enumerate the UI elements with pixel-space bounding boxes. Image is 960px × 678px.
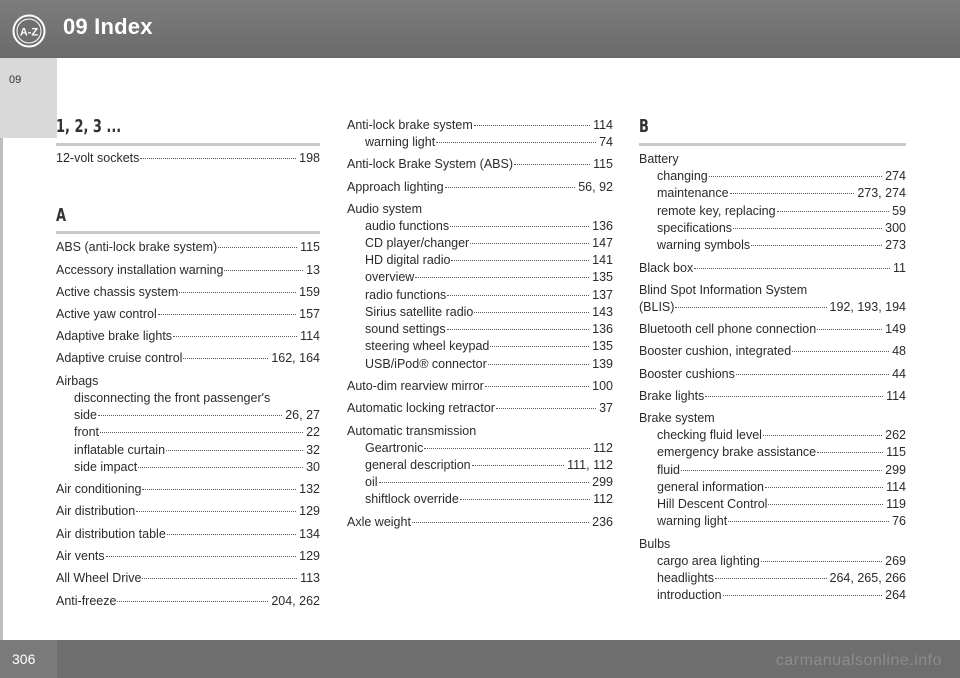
index-subentry[interactable]: sound settings 136 xyxy=(365,322,613,340)
index-subentry[interactable]: HD digital radio 141 xyxy=(365,253,613,271)
index-subentry[interactable]: steering wheel keypad 135 xyxy=(365,339,613,357)
index-heading-brake-system: Brake system xyxy=(639,411,715,425)
index-subentry[interactable]: USB/iPod® connector 139 xyxy=(365,357,613,375)
index-subentry[interactable]: headlights 264, 265, 266 xyxy=(657,571,906,589)
index-entry[interactable]: Booster cushions 44 xyxy=(639,367,906,385)
index-entry[interactable]: Adaptive cruise control 162, 164 xyxy=(56,351,320,369)
a-z-index-icon: A-Z xyxy=(12,14,46,48)
index-subentry[interactable]: changing 274 xyxy=(657,169,906,187)
index-subentry[interactable]: Geartronic 112 xyxy=(365,441,613,459)
index-subentry[interactable]: checking fluid level 262 xyxy=(657,428,906,446)
chapter-tab-number: 09 xyxy=(9,74,22,86)
index-subentry[interactable]: remote key, replacing 59 xyxy=(657,204,906,222)
index-heading-bulbs: Bulbs xyxy=(639,537,671,551)
index-entry[interactable]: Air vents 129 xyxy=(56,549,320,567)
section-rule xyxy=(639,143,906,146)
page-header: A-Z 09 Index xyxy=(0,0,960,58)
watermark-text: carmanualsonline.info xyxy=(775,652,942,669)
index-entry[interactable]: Approach lighting 56, 92 xyxy=(347,180,613,198)
index-entry[interactable]: Air conditioning 132 xyxy=(56,482,320,500)
index-heading-audio: Audio system xyxy=(347,202,423,216)
index-entry[interactable]: Active yaw control 157 xyxy=(56,307,320,325)
svg-text:A-Z: A-Z xyxy=(20,27,39,39)
index-entry[interactable]: Bluetooth cell phone connection 149 xyxy=(639,322,906,340)
index-entry[interactable]: Anti-freeze 204, 262 xyxy=(56,594,320,612)
index-subentry[interactable]: shiftlock override 112 xyxy=(365,492,613,510)
index-entry[interactable]: Adaptive brake lights 114 xyxy=(56,329,320,347)
index-subentry[interactable]: general description 111, 112 xyxy=(365,458,613,476)
index-subentry[interactable]: side 26, 27 xyxy=(74,408,320,426)
section-rule xyxy=(56,143,320,146)
index-subentry[interactable]: warning light 74 xyxy=(365,135,613,153)
index-entry[interactable]: Automatic locking retractor 37 xyxy=(347,401,613,419)
index-entry[interactable]: ABS (anti-lock brake system) 115 xyxy=(56,240,320,258)
index-entry[interactable]: Black box 11 xyxy=(639,261,906,279)
index-entry[interactable]: Anti-lock brake system 114 xyxy=(347,118,613,136)
section-rule xyxy=(56,231,320,234)
index-heading-battery: Battery xyxy=(639,152,679,166)
index-subentry[interactable]: warning symbols 273 xyxy=(657,238,906,256)
index-subentry[interactable]: general information 114 xyxy=(657,480,906,498)
index-entry[interactable]: Auto-dim rearview mirror 100 xyxy=(347,379,613,397)
index-entry[interactable]: 12-volt sockets 198 xyxy=(56,151,320,169)
index-subentry[interactable]: Sirius satellite radio 143 xyxy=(365,305,613,323)
page-number: 306 xyxy=(12,651,36,667)
index-heading-airbags: Airbags xyxy=(56,374,99,388)
side-strip xyxy=(0,138,3,640)
footer-page-box: 306 xyxy=(0,640,57,678)
index-entry[interactable]: Brake lights 114 xyxy=(639,389,906,407)
index-subheading: disconnecting the front passenger's xyxy=(74,391,271,405)
index-subentry[interactable]: front 22 xyxy=(74,425,320,443)
index-subentry[interactable]: inflatable curtain 32 xyxy=(74,443,320,461)
index-subentry[interactable]: side impact 30 xyxy=(74,460,320,478)
index-subentry[interactable]: radio functions 137 xyxy=(365,288,613,306)
chapter-tab[interactable]: 09 xyxy=(0,58,57,138)
index-subentry[interactable]: audio functions 136 xyxy=(365,219,613,237)
index-subentry[interactable]: Hill Descent Control 119 xyxy=(657,497,906,515)
index-subentry[interactable]: cargo area lighting 269 xyxy=(657,554,906,572)
index-subentry[interactable]: fluid 299 xyxy=(657,463,906,481)
index-subentry[interactable]: maintenance 273, 274 xyxy=(657,186,906,204)
index-entry[interactable]: Active chassis system 159 xyxy=(56,285,320,303)
index-subentry[interactable]: emergency brake assistance 115 xyxy=(657,445,906,463)
index-entry[interactable]: Air distribution 129 xyxy=(56,504,320,522)
section-heading-numbers: 1, 2, 3 ... xyxy=(56,116,122,137)
index-heading-blis: Blind Spot Information System xyxy=(639,283,808,297)
index-entry[interactable]: Accessory installation warning 13 xyxy=(56,263,320,281)
index-subentry[interactable]: overview 135 xyxy=(365,270,613,288)
index-subentry[interactable]: specifications 300 xyxy=(657,221,906,239)
page-title: 09 Index xyxy=(63,14,153,39)
index-entry[interactable]: (BLIS) 192, 193, 194 xyxy=(639,300,906,318)
page-footer: 306 carmanualsonline.info xyxy=(0,640,960,678)
index-entry[interactable]: Axle weight 236 xyxy=(347,515,613,533)
index-subentry[interactable]: introduction 264 xyxy=(657,588,906,606)
index-entry[interactable]: All Wheel Drive 113 xyxy=(56,571,320,589)
index-heading-transmission: Automatic transmission xyxy=(347,424,477,438)
section-heading-a: A xyxy=(56,205,67,226)
index-subentry[interactable]: warning light 76 xyxy=(657,514,906,532)
index-entry[interactable]: Anti-lock Brake System (ABS) 115 xyxy=(347,157,613,175)
index-subentry[interactable]: CD player/changer 147 xyxy=(365,236,613,254)
index-subentry[interactable]: oil 299 xyxy=(365,475,613,493)
section-heading-b: B xyxy=(639,116,649,137)
index-entry[interactable]: Air distribution table 134 xyxy=(56,527,320,545)
index-entry[interactable]: Booster cushion, integrated 48 xyxy=(639,344,906,362)
